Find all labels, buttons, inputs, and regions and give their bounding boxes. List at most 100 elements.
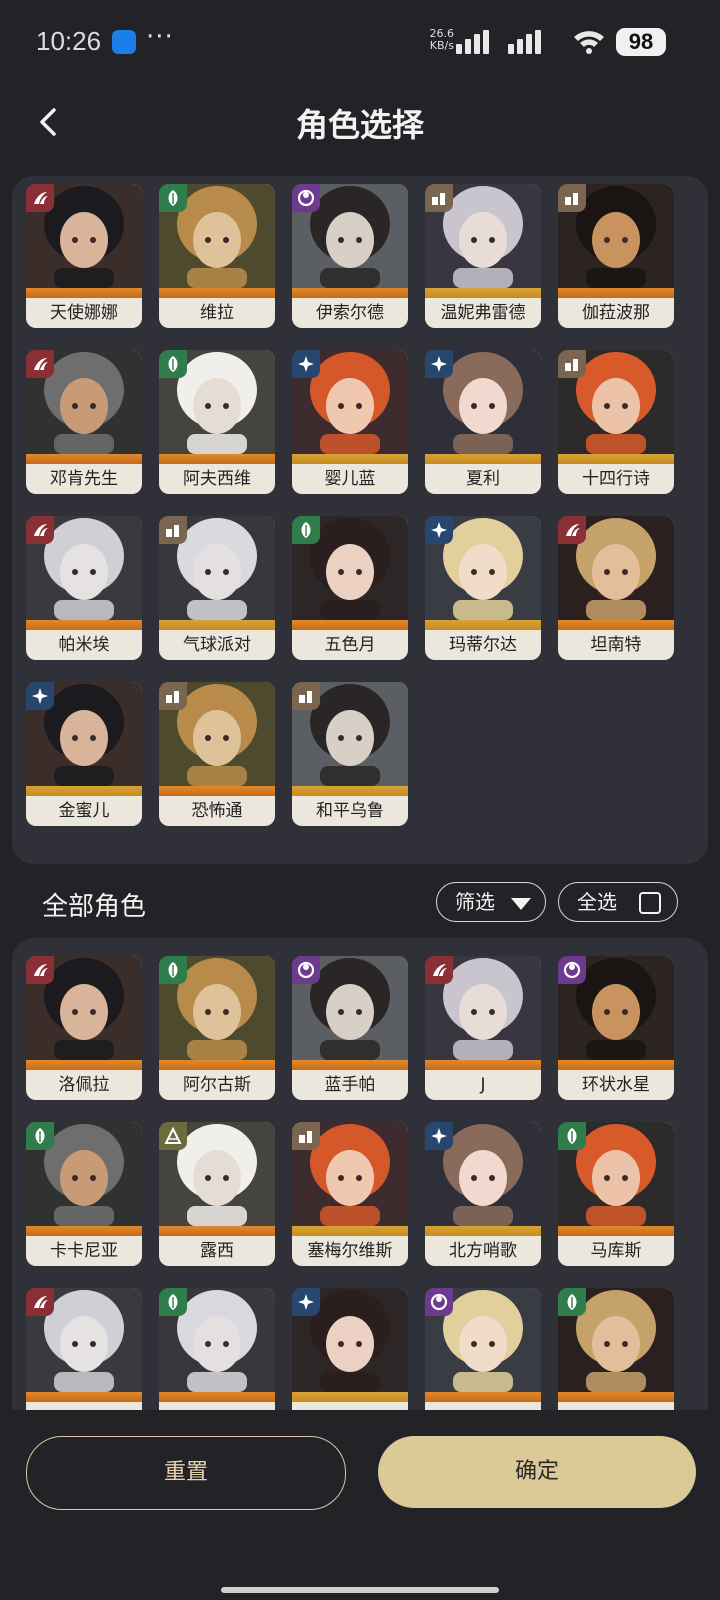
moon-emblem-icon (292, 184, 320, 212)
character-name: 邓肯先生 (50, 469, 118, 489)
character-name: 卡卡尼亚 (50, 1241, 118, 1261)
star-emblem-icon (425, 350, 453, 378)
tower-emblem-icon (292, 1122, 320, 1150)
rarity-stripe (425, 620, 541, 630)
character-name: 环状水星 (582, 1075, 650, 1095)
character-card[interactable]: J (425, 956, 541, 1100)
rarity-stripe (26, 1060, 142, 1070)
feather-emblem-icon (26, 1288, 54, 1316)
character-name: 五色月 (324, 635, 376, 655)
rarity-stripe (558, 288, 674, 298)
rarity-stripe (159, 288, 275, 298)
character-card[interactable]: 伊索尔德 (292, 184, 408, 328)
character-card[interactable]: 恐怖通 (159, 682, 275, 826)
character-card[interactable]: 露西 (159, 1122, 275, 1266)
rarity-stripe (159, 1060, 275, 1070)
rarity-stripe (425, 1226, 541, 1236)
character-card[interactable]: 卡卡尼亚 (26, 1122, 142, 1266)
feather-emblem-icon (26, 350, 54, 378)
select-all-checkbox[interactable] (639, 892, 661, 914)
character-card[interactable]: 五色月 (292, 516, 408, 660)
character-name: 伊索尔德 (316, 303, 384, 323)
character-card[interactable]: 维拉 (159, 184, 275, 328)
leaf-emblem-icon (26, 1122, 54, 1150)
rarity-stripe (292, 288, 408, 298)
feather-emblem-icon (558, 516, 586, 544)
star-emblem-icon (425, 1122, 453, 1150)
rarity-stripe (558, 1392, 674, 1402)
character-card[interactable]: 伽菈波那 (558, 184, 674, 328)
star-emblem-icon (292, 350, 320, 378)
leaf-emblem-icon (159, 184, 187, 212)
rarity-stripe (159, 1226, 275, 1236)
wifi-icon (574, 31, 604, 54)
status-time: 10:26 (36, 26, 102, 56)
character-card[interactable]: 和平乌鲁 (292, 682, 408, 826)
rarity-stripe (425, 288, 541, 298)
character-card[interactable]: 阿尔古斯 (159, 956, 275, 1100)
character-name: 玛蒂尔达 (449, 635, 517, 655)
character-name: 阿尔古斯 (183, 1075, 251, 1095)
character-card[interactable]: 邓肯先生 (26, 350, 142, 494)
character-name: J (480, 1075, 486, 1095)
character-name: 坦南特 (590, 635, 642, 655)
character-card[interactable]: 阿夫西维 (159, 350, 275, 494)
feather-emblem-icon (26, 184, 54, 212)
reset-button[interactable]: 重置 (26, 1436, 346, 1510)
rarity-stripe (159, 1392, 275, 1402)
rarity-stripe (26, 454, 142, 464)
tower-emblem-icon (558, 184, 586, 212)
character-card[interactable]: 北方哨歌 (425, 1122, 541, 1266)
character-card[interactable]: 蓝手帕 (292, 956, 408, 1100)
character-card[interactable]: 洛佩拉 (26, 956, 142, 1100)
page-title: 角色选择 (295, 106, 424, 144)
pyramid-emblem-icon (159, 1122, 187, 1150)
filter-label: 筛选 (455, 890, 495, 914)
character-card[interactable]: 马库斯 (558, 1122, 674, 1266)
tower-emblem-icon (159, 682, 187, 710)
leaf-emblem-icon (159, 1288, 187, 1316)
rarity-stripe (425, 1060, 541, 1070)
rarity-stripe (26, 1226, 142, 1236)
more-notifications-icon: ··· (146, 22, 174, 52)
character-name: 蓝手帕 (324, 1075, 376, 1095)
tower-emblem-icon (292, 682, 320, 710)
character-name: 金蜜儿 (58, 801, 110, 821)
rarity-stripe (425, 454, 541, 464)
character-name: 维拉 (200, 303, 234, 323)
network-speed: 26.6 KB/s (424, 28, 455, 52)
rarity-stripe (159, 786, 275, 796)
rarity-stripe (558, 1060, 674, 1070)
filter-button[interactable]: 筛选 (436, 882, 546, 922)
character-name: 婴儿蓝 (324, 469, 376, 489)
character-card[interactable]: 夏利 (425, 350, 541, 494)
rarity-stripe (558, 620, 674, 630)
select-all-toggle[interactable]: 全选 (558, 882, 678, 922)
character-name: 夏利 (466, 469, 500, 489)
tower-emblem-icon (558, 350, 586, 378)
character-card[interactable]: 坦南特 (558, 516, 674, 660)
battery-indicator: 98 (616, 28, 666, 56)
character-name: 塞梅尔维斯 (307, 1241, 393, 1261)
character-card[interactable]: 帕米埃 (26, 516, 142, 660)
home-indicator[interactable] (221, 1587, 499, 1593)
rarity-stripe (292, 1060, 408, 1070)
character-card[interactable]: 天使娜娜 (26, 184, 142, 328)
feather-emblem-icon (26, 516, 54, 544)
character-name: 露西 (200, 1241, 234, 1261)
network-speed-unit: KB/s (429, 39, 454, 52)
moon-emblem-icon (558, 956, 586, 984)
character-name: 和平乌鲁 (316, 801, 384, 821)
leaf-emblem-icon (292, 516, 320, 544)
character-card[interactable]: 塞梅尔维斯 (292, 1122, 408, 1266)
character-name: 北方哨歌 (449, 1241, 517, 1261)
character-card[interactable]: 婴儿蓝 (292, 350, 408, 494)
feather-emblem-icon (26, 956, 54, 984)
character-card[interactable]: 金蜜儿 (26, 682, 142, 826)
character-card[interactable]: 玛蒂尔达 (425, 516, 541, 660)
character-card[interactable]: 环状水星 (558, 956, 674, 1100)
character-card[interactable]: 温妮弗雷德 (425, 184, 541, 328)
character-card[interactable]: 气球派对 (159, 516, 275, 660)
character-card[interactable]: 十四行诗 (558, 350, 674, 494)
confirm-button[interactable]: 确定 (378, 1436, 696, 1508)
